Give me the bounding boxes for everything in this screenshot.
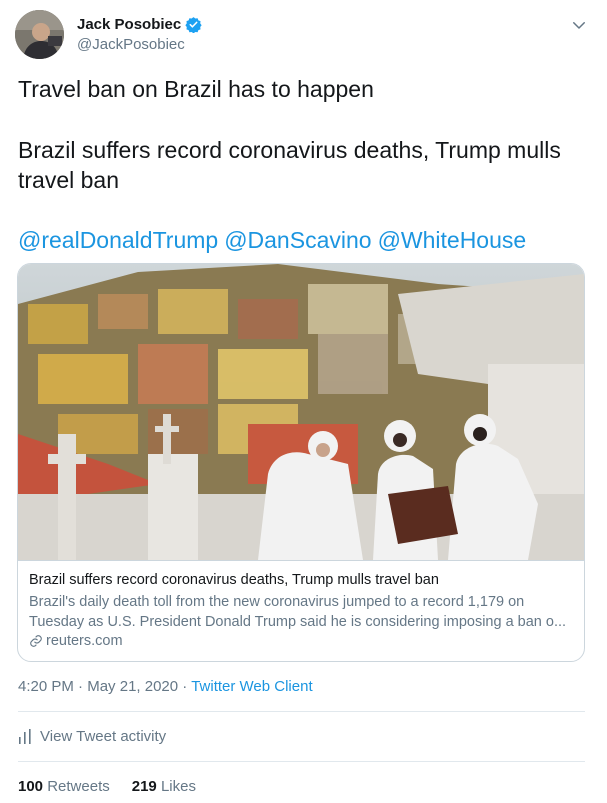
verified-badge-icon — [185, 17, 202, 33]
tweet-header: Jack Posobiec @JackPosobiec — [15, 10, 592, 62]
display-name[interactable]: Jack Posobiec — [77, 16, 181, 33]
user-handle[interactable]: @JackPosobiec — [77, 36, 185, 53]
article-photo — [18, 264, 584, 560]
retweets-stat[interactable]: 100 Retweets — [18, 778, 110, 795]
mention-link[interactable]: @WhiteHouse — [378, 227, 527, 253]
divider — [18, 711, 585, 712]
card-body[interactable]: Brazil suffers record coronavirus deaths… — [18, 560, 584, 661]
user-avatar[interactable] — [15, 10, 64, 59]
card-domain[interactable]: reuters.com — [29, 633, 573, 649]
tweet-stats: 100 Retweets 219 Likes — [18, 778, 196, 795]
mention-link[interactable]: @DanScavino — [224, 227, 371, 253]
link-preview-card[interactable]: Brazil suffers record coronavirus deaths… — [17, 263, 585, 662]
card-description: Brazil's daily death toll from the new c… — [29, 594, 567, 630]
tweet-time[interactable]: 4:20 PM — [18, 678, 74, 695]
link-icon — [30, 635, 42, 647]
card-title[interactable]: Brazil suffers record coronavirus deaths… — [29, 571, 573, 590]
likes-stat[interactable]: 219 Likes — [132, 778, 196, 795]
mention-link[interactable]: @realDonaldTrump — [18, 227, 218, 253]
tweet-date[interactable]: May 21, 2020 — [87, 678, 178, 695]
tweet-meta: 4:20 PM · May 21, 2020 · Twitter Web Cli… — [18, 678, 313, 695]
chevron-down-icon[interactable] — [570, 16, 588, 34]
tweet-mentions: @realDonaldTrump @DanScavino @WhiteHouse — [18, 225, 578, 255]
divider — [18, 761, 585, 762]
view-activity-label: View Tweet activity — [40, 728, 167, 745]
view-activity-link[interactable]: View Tweet activity — [18, 728, 166, 745]
card-domain-text: reuters.com — [46, 633, 123, 649]
bar-chart-icon — [19, 728, 31, 744]
tweet-text-line1: Travel ban on Brazil has to happen — [18, 76, 374, 102]
tweet-client[interactable]: Twitter Web Client — [191, 678, 312, 695]
tweet-text-line2: Brazil suffers record coronavirus deaths… — [18, 137, 561, 193]
